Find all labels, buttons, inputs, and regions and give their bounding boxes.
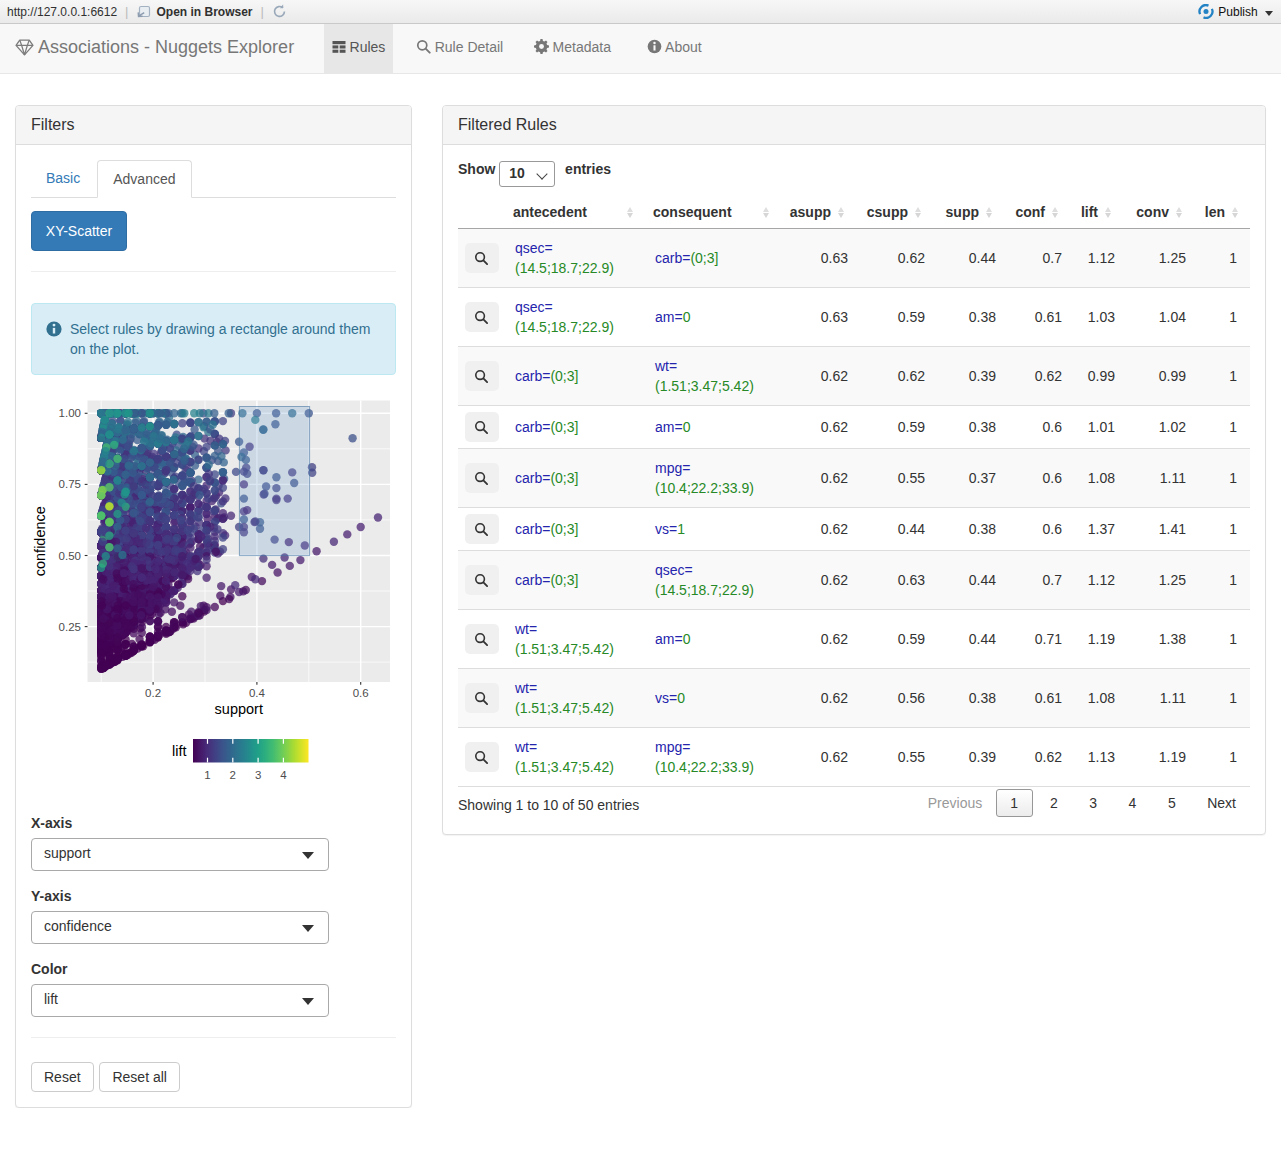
- svg-text:lift: lift: [172, 743, 187, 759]
- svg-text:confidence: confidence: [32, 506, 48, 576]
- svg-text:4: 4: [280, 769, 287, 781]
- svg-text:0.2: 0.2: [145, 687, 161, 699]
- svg-text:0.75: 0.75: [59, 478, 81, 490]
- svg-text:0.50: 0.50: [59, 550, 81, 562]
- svg-text:2: 2: [230, 769, 236, 781]
- svg-text:3: 3: [255, 769, 261, 781]
- svg-text:0.4: 0.4: [249, 687, 266, 699]
- svg-text:1.00: 1.00: [59, 407, 81, 419]
- svg-text:0.6: 0.6: [353, 687, 369, 699]
- svg-text:0.25: 0.25: [59, 621, 81, 633]
- svg-text:1: 1: [204, 769, 210, 781]
- svg-text:support: support: [215, 701, 263, 717]
